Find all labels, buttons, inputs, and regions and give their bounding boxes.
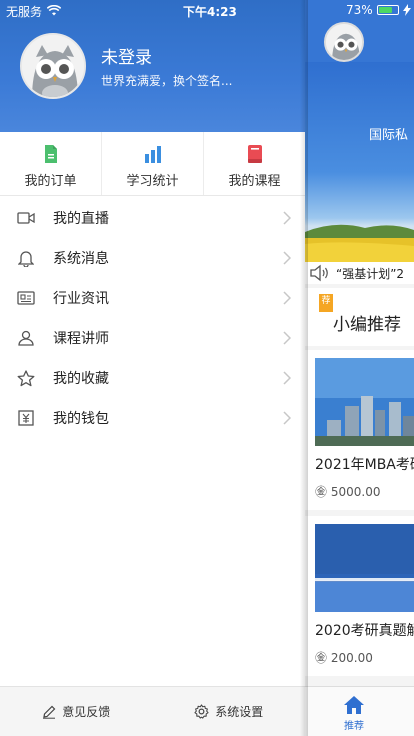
banner-carousel[interactable]: 国际私 bbox=[305, 62, 414, 262]
feedback-label: 意见反馈 bbox=[62, 705, 111, 719]
pencil-icon bbox=[43, 705, 56, 719]
home-icon bbox=[344, 696, 364, 714]
video-camera-icon bbox=[16, 208, 36, 228]
city-skyline-image bbox=[315, 358, 414, 446]
person-icon bbox=[16, 328, 36, 348]
course-thumbnail bbox=[315, 524, 414, 612]
feedback-button[interactable]: 意见反馈 bbox=[0, 687, 153, 736]
book-icon bbox=[247, 145, 262, 163]
menu-item-industry-news[interactable]: 行业资讯 bbox=[0, 278, 305, 318]
coin-icon: ㊎ bbox=[315, 651, 328, 665]
course-price-value: 200.00 bbox=[330, 651, 373, 665]
course-price: ㊎ 5000.00 bbox=[315, 483, 380, 500]
news-icon bbox=[16, 288, 36, 308]
banner-landscape-image bbox=[305, 224, 414, 262]
tab-recommend[interactable]: 推荐 bbox=[341, 695, 367, 732]
status-bar-left: 无服务 bbox=[6, 3, 62, 20]
chevron-right-icon bbox=[283, 251, 291, 265]
drawer-footer: 意见反馈 系统设置 bbox=[0, 686, 305, 736]
course-title: 2020考研真题解 bbox=[315, 623, 414, 639]
section-title: 小编推荐 bbox=[333, 315, 401, 335]
wallet-icon bbox=[16, 408, 36, 428]
quick-label: 我的课程 bbox=[228, 174, 281, 189]
battery-icon bbox=[376, 5, 399, 15]
course-card[interactable]: 2021年MBA考研 ㊎ 5000.00 bbox=[305, 350, 414, 510]
sea-bridge-image bbox=[315, 524, 414, 612]
drawer-menu: 我的直播 系统消息 行业资讯 课程讲师 我的收藏 我的钱包 bbox=[0, 198, 305, 438]
status-time: 下午4:23 bbox=[183, 5, 237, 19]
notice-bar[interactable]: “强基计划”2 bbox=[305, 262, 414, 284]
menu-item-my-wallet[interactable]: 我的钱包 bbox=[0, 398, 305, 438]
recommend-tag: 荐 bbox=[319, 294, 333, 312]
menu-label: 行业资讯 bbox=[53, 291, 109, 307]
menu-label: 我的直播 bbox=[53, 211, 109, 227]
star-icon bbox=[16, 368, 36, 388]
course-thumbnail bbox=[315, 358, 414, 446]
main-avatar[interactable] bbox=[324, 22, 364, 62]
quick-label: 我的订单 bbox=[24, 174, 77, 189]
profile-header: 无服务 下午4:23 未登录 世界充满爱，换个签名... bbox=[0, 0, 305, 132]
coin-icon: ㊎ bbox=[315, 485, 328, 499]
course-price-value: 5000.00 bbox=[330, 485, 381, 499]
recommend-tag-text: 荐 bbox=[321, 296, 331, 306]
avatar[interactable] bbox=[20, 33, 86, 99]
carrier-text: 无服务 bbox=[6, 5, 43, 19]
user-name[interactable]: 未登录 bbox=[101, 43, 152, 68]
battery-level bbox=[378, 7, 392, 13]
charging-bolt-icon bbox=[402, 4, 411, 16]
menu-item-my-favorites[interactable]: 我的收藏 bbox=[0, 358, 305, 398]
chevron-right-icon bbox=[283, 211, 291, 225]
recommend-section-header: 荐 小编推荐 bbox=[305, 288, 414, 346]
main-page-overlay[interactable]: 73% 国际私 “强基计划”2 荐 小编推荐 2021年MBA考研 ㊎ 5000… bbox=[305, 0, 414, 736]
battery-percent: 73% bbox=[346, 3, 373, 17]
menu-item-course-teachers[interactable]: 课程讲师 bbox=[0, 318, 305, 358]
menu-item-system-messages[interactable]: 系统消息 bbox=[0, 238, 305, 278]
bottom-tab-bar: 推荐 bbox=[305, 686, 414, 736]
quick-my-courses[interactable]: 我的课程 bbox=[204, 132, 305, 195]
document-icon bbox=[44, 145, 57, 163]
user-signature[interactable]: 世界充满爱，换个签名... bbox=[101, 72, 232, 89]
owl-avatar-icon bbox=[326, 24, 362, 60]
main-header: 73% bbox=[305, 0, 414, 62]
course-title: 2021年MBA考研 bbox=[315, 457, 414, 473]
drawer-shadow bbox=[300, 0, 308, 736]
side-drawer: 无服务 下午4:23 未登录 世界充满爱，换个签名... 我的订单 学习统计 我… bbox=[0, 0, 305, 736]
quick-actions: 我的订单 学习统计 我的课程 bbox=[0, 132, 305, 196]
settings-button[interactable]: 系统设置 bbox=[153, 687, 306, 736]
owl-avatar-icon bbox=[22, 35, 84, 97]
bell-icon bbox=[16, 248, 36, 268]
bar-chart-icon bbox=[144, 146, 161, 163]
chevron-right-icon bbox=[283, 291, 291, 305]
status-bar-right: 73% bbox=[346, 3, 411, 17]
menu-label: 我的钱包 bbox=[53, 411, 109, 427]
course-card[interactable]: 2020考研真题解 ㊎ 200.00 bbox=[305, 516, 414, 676]
menu-label: 课程讲师 bbox=[53, 331, 109, 347]
menu-label: 系统消息 bbox=[53, 251, 109, 267]
gear-icon bbox=[194, 704, 209, 719]
quick-study-stats[interactable]: 学习统计 bbox=[102, 132, 204, 195]
chevron-right-icon bbox=[283, 371, 291, 385]
settings-label: 系统设置 bbox=[215, 705, 264, 719]
notice-text: “强基计划”2 bbox=[336, 266, 405, 281]
menu-item-my-live[interactable]: 我的直播 bbox=[0, 198, 305, 238]
banner-title: 国际私 bbox=[369, 128, 409, 143]
quick-label: 学习统计 bbox=[126, 174, 179, 189]
chevron-right-icon bbox=[283, 411, 291, 425]
wifi-icon bbox=[46, 4, 62, 19]
speaker-icon bbox=[310, 264, 328, 282]
course-price: ㊎ 200.00 bbox=[315, 649, 373, 666]
menu-label: 我的收藏 bbox=[53, 371, 109, 387]
chevron-right-icon bbox=[283, 331, 291, 345]
tab-label: 推荐 bbox=[344, 721, 364, 732]
quick-my-orders[interactable]: 我的订单 bbox=[0, 132, 102, 195]
